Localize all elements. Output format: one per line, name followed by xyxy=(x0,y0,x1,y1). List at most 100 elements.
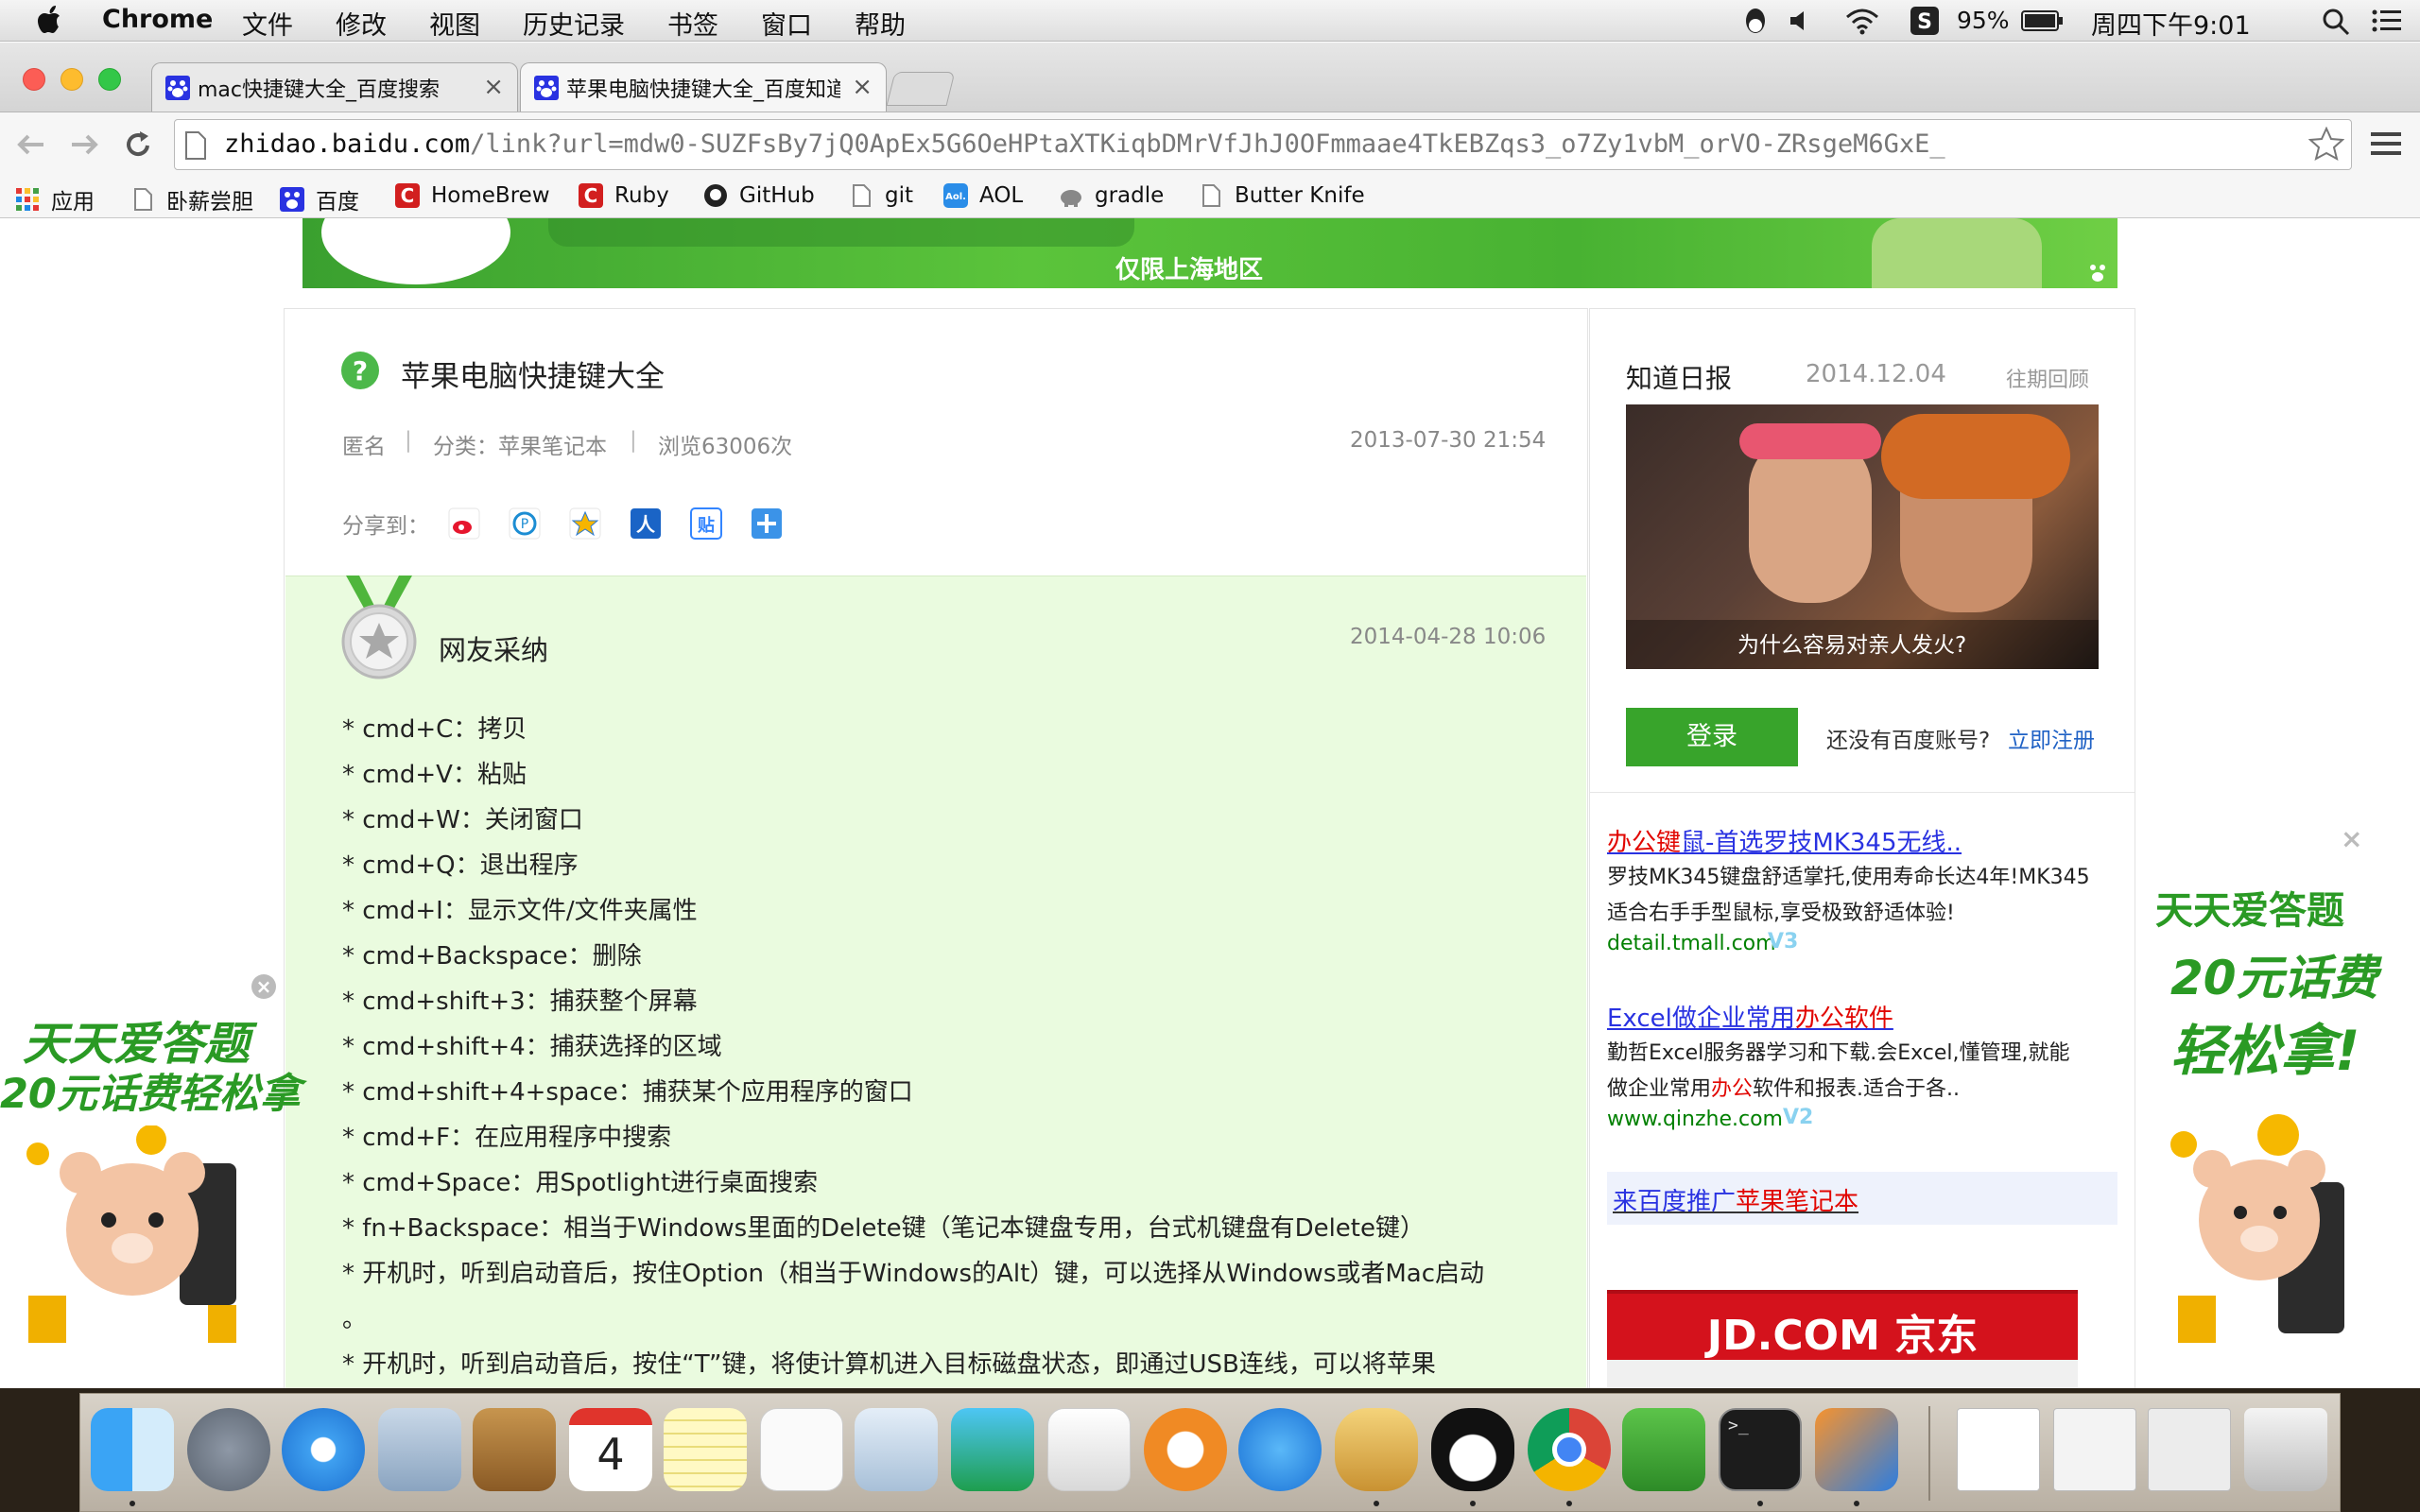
menu-help[interactable]: 帮助 xyxy=(855,5,906,42)
battery-icon[interactable] xyxy=(2021,9,2065,32)
tab-mac-shortcuts-search[interactable]: mac快捷键大全_百度搜索 × xyxy=(151,62,518,112)
top-ad-banner[interactable]: 仅限上海地区 xyxy=(302,218,2118,288)
iphoto-icon[interactable] xyxy=(951,1408,1034,1491)
qzone-share-icon[interactable]: P xyxy=(509,507,541,540)
ad-desc: 勤哲Excel服务器学习和下载.会Excel,懂管理,就能 xyxy=(1607,1041,2070,1065)
bookmark-label: AOL xyxy=(979,183,1024,208)
intellij-idea-icon[interactable] xyxy=(1815,1408,1898,1491)
apple-icon[interactable] xyxy=(36,4,64,36)
reload-icon[interactable] xyxy=(123,129,153,161)
bookmark-aol[interactable]: Aol. AOL xyxy=(943,183,1023,208)
address-bar[interactable]: zhidao.baidu.com/link?url=mdw0-SUZFsBy7j… xyxy=(174,119,2352,170)
right-floating-ad[interactable]: × 天天爱答题 20元话费 轻松拿! xyxy=(2138,823,2420,1388)
gradle-elephant-icon xyxy=(1061,190,1081,207)
menu-clock[interactable]: 周四下午9:01 xyxy=(2091,5,2251,42)
image-capture-icon[interactable] xyxy=(855,1408,938,1491)
page-info-icon[interactable] xyxy=(183,130,208,161)
past-issues-link[interactable]: 往期回顾 xyxy=(2006,363,2089,393)
ad-desc-highlight: 办公 xyxy=(1711,1077,1754,1101)
zoom-window-button[interactable] xyxy=(98,68,121,91)
app-menu-chrome[interactable]: Chrome xyxy=(102,5,213,34)
volume-icon[interactable] xyxy=(1787,8,1813,34)
bookmark-homebrew[interactable]: C HomeBrew xyxy=(395,183,550,208)
bookmarks-bar: 应用 卧薪尝胆 百度 C HomeBrew C Ruby GitHub git … xyxy=(0,178,2420,218)
running-indicator xyxy=(130,1501,135,1506)
renren-share-icon[interactable]: 人 xyxy=(630,507,662,540)
bookmark-ruby[interactable]: C Ruby xyxy=(579,183,669,208)
trash-icon[interactable] xyxy=(2244,1408,2327,1491)
question-category[interactable]: 分类：苹果笔记本 xyxy=(433,428,607,460)
document-file-icon[interactable] xyxy=(1957,1408,2040,1491)
promo-link[interactable]: 来百度推广苹果笔记本 xyxy=(1613,1182,1858,1217)
mail-eagle-icon[interactable] xyxy=(378,1408,461,1491)
bookmark-wxcd[interactable]: 卧薪尝胆 xyxy=(130,183,253,215)
close-ad-icon[interactable]: × xyxy=(2341,823,2362,854)
chrome-menu-icon[interactable] xyxy=(2371,130,2401,157)
menu-view[interactable]: 视图 xyxy=(429,5,480,42)
evernote-icon[interactable] xyxy=(1622,1408,1705,1491)
pages-icon[interactable] xyxy=(1047,1408,1131,1491)
qq-status-icon[interactable] xyxy=(1739,6,1772,36)
jd-ad-banner[interactable]: JD.COM 京东 xyxy=(1607,1290,2078,1388)
bookmark-baidu[interactable]: 百度 xyxy=(280,183,359,215)
launchpad-rocket-icon[interactable] xyxy=(187,1408,270,1491)
app-store-icon[interactable] xyxy=(1238,1408,1322,1491)
menu-file[interactable]: 文件 xyxy=(242,5,293,42)
back-arrow-icon[interactable] xyxy=(15,130,47,159)
menu-bookmarks[interactable]: 书签 xyxy=(667,5,718,42)
ibooks-icon[interactable] xyxy=(1144,1408,1227,1491)
safari-compass-icon[interactable] xyxy=(282,1408,365,1491)
reminders-icon[interactable] xyxy=(760,1408,843,1491)
close-ad-icon[interactable]: × xyxy=(251,974,276,999)
chrome-icon[interactable] xyxy=(1528,1408,1611,1491)
menu-history[interactable]: 历史记录 xyxy=(523,5,625,42)
tab-apple-shortcuts-zhidao[interactable]: 苹果电脑快捷键大全_百度知道 × xyxy=(520,62,887,112)
menu-window[interactable]: 窗口 xyxy=(761,5,812,42)
bookmark-git[interactable]: git xyxy=(849,183,913,208)
new-tab-button[interactable] xyxy=(886,72,956,106)
weibo-share-icon[interactable] xyxy=(448,507,480,540)
login-button[interactable]: 登录 xyxy=(1626,708,1798,766)
close-window-button[interactable] xyxy=(23,68,45,91)
ad-link-mk345[interactable]: 办公键鼠-首选罗技MK345无线.. xyxy=(1607,823,1962,858)
close-tab-icon[interactable]: × xyxy=(852,73,873,101)
calendar-icon[interactable]: 4 xyxy=(569,1408,652,1491)
finder-icon[interactable] xyxy=(91,1408,174,1491)
qq-penguin-icon[interactable] xyxy=(1431,1408,1514,1491)
page-icon xyxy=(853,184,871,207)
bookmark-gradle[interactable]: gradle xyxy=(1059,183,1164,208)
dock-separator xyxy=(1928,1406,1930,1501)
minimize-window-button[interactable] xyxy=(60,68,83,91)
sequel-pro-database-icon[interactable] xyxy=(1335,1408,1418,1491)
daily-feature-image[interactable]: 为什么容易对亲人发火? xyxy=(1626,404,2099,669)
ad-link-qinzhe[interactable]: Excel做企业常用办公软件 xyxy=(1607,999,1893,1034)
sogou-input-icon[interactable]: S xyxy=(1910,6,1940,36)
downloads-stack-icon[interactable] xyxy=(2053,1408,2136,1491)
ad-url[interactable]: www.qinzhe.com xyxy=(1607,1108,1783,1131)
bookmark-label: gradle xyxy=(1095,183,1165,208)
close-tab-icon[interactable]: × xyxy=(483,73,504,101)
notes-icon[interactable] xyxy=(664,1408,747,1491)
wifi-icon[interactable] xyxy=(1843,6,1881,36)
bookmark-github[interactable]: GitHub xyxy=(703,183,815,208)
running-indicator xyxy=(1854,1501,1859,1506)
forward-arrow-icon[interactable] xyxy=(68,130,100,159)
float-ad-title: 天天爱答题 xyxy=(2155,889,2344,933)
baidu-paw-icon xyxy=(2090,265,2105,282)
menu-edit[interactable]: 修改 xyxy=(336,5,387,42)
terminal-icon[interactable]: >_ xyxy=(1719,1408,1802,1491)
screenshots-stack-icon[interactable] xyxy=(2148,1408,2231,1491)
register-link[interactable]: 立即注册 xyxy=(2008,722,2095,754)
ad-url[interactable]: detail.tmall.com xyxy=(1607,932,1776,955)
more-share-plus-icon[interactable] xyxy=(751,507,783,540)
spotlight-search-icon[interactable] xyxy=(2322,8,2350,36)
bookmark-butter-knife[interactable]: Butter Knife xyxy=(1199,183,1365,208)
qq-zone-star-icon[interactable] xyxy=(569,507,601,540)
bookmark-star-icon[interactable] xyxy=(2308,127,2344,161)
bookmark-apps[interactable]: 应用 xyxy=(15,183,95,215)
ad-desc: 适合右手手型鼠标,享受极致舒适体验! xyxy=(1607,902,1955,925)
notification-center-icon[interactable] xyxy=(2371,8,2403,34)
tieba-share-icon[interactable]: 贴 xyxy=(690,507,722,540)
left-floating-ad[interactable]: 天天爱答题 20元话费轻松拿 × xyxy=(0,974,301,1388)
contacts-book-icon[interactable] xyxy=(473,1408,556,1491)
